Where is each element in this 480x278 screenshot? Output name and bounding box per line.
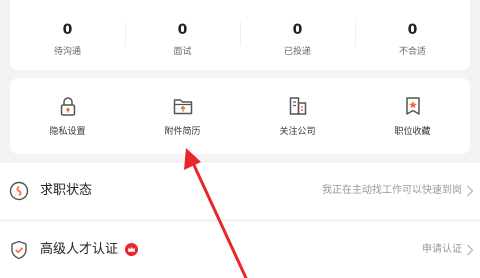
star-bookmark-icon [405, 97, 420, 115]
stat-value: 0 [62, 22, 73, 38]
chevron-right-icon [467, 185, 474, 197]
stat-label: 不合适 [398, 47, 426, 57]
stat-label: 已投递 [283, 47, 311, 57]
senior-talent-certification-row[interactable]: 高级人才认证 申请认证 [0, 222, 480, 278]
stat-pending-communication[interactable]: 0 待沟通 [10, 0, 125, 70]
tool-followed-companies[interactable]: 关注公司 [240, 78, 355, 154]
stat-value: 0 [292, 22, 303, 38]
stat-label: 待沟通 [53, 47, 81, 57]
folder-upload-icon [173, 99, 192, 115]
application-stats: 0 待沟通 0 面试 0 已投递 0 不合适 [10, 0, 470, 70]
status-icon [9, 181, 29, 201]
tool-attachment-resume[interactable]: 附件简历 [125, 78, 240, 154]
building-icon [289, 97, 306, 115]
lock-icon [60, 97, 75, 116]
tool-label: 附件简历 [164, 127, 201, 137]
stat-unsuitable[interactable]: 0 不合适 [355, 0, 470, 70]
stat-label: 面试 [173, 47, 192, 57]
job-status-row[interactable]: 求职状态 我正在主动找工作可以快速到岗 [0, 163, 480, 219]
profile-page: 0 待沟通 0 面试 0 已投递 0 不合适 隐私设置 附件简历 关注公司 职位… [0, 0, 480, 278]
tool-label: 职位收藏 [394, 127, 431, 137]
tool-privacy-settings[interactable]: 隐私设置 [10, 78, 125, 154]
stat-applied[interactable]: 0 已投递 [240, 0, 355, 70]
tool-label: 隐私设置 [49, 127, 86, 137]
stat-value: 0 [407, 22, 418, 38]
chevron-right-icon [467, 244, 474, 256]
stat-interview[interactable]: 0 面试 [125, 0, 240, 70]
crown-badge-icon [125, 243, 138, 256]
row-value: 申请认证 [422, 244, 462, 255]
row-title: 高级人才认证 [40, 242, 119, 257]
row-value: 我正在主动找工作可以快速到岗 [322, 185, 462, 196]
tools-grid: 隐私设置 附件简历 关注公司 职位收藏 [10, 78, 470, 154]
stat-value: 0 [177, 22, 188, 38]
tool-job-favorites[interactable]: 职位收藏 [355, 78, 470, 154]
tool-label: 关注公司 [279, 127, 316, 137]
shield-check-icon [11, 240, 27, 260]
row-title: 求职状态 [40, 183, 93, 198]
